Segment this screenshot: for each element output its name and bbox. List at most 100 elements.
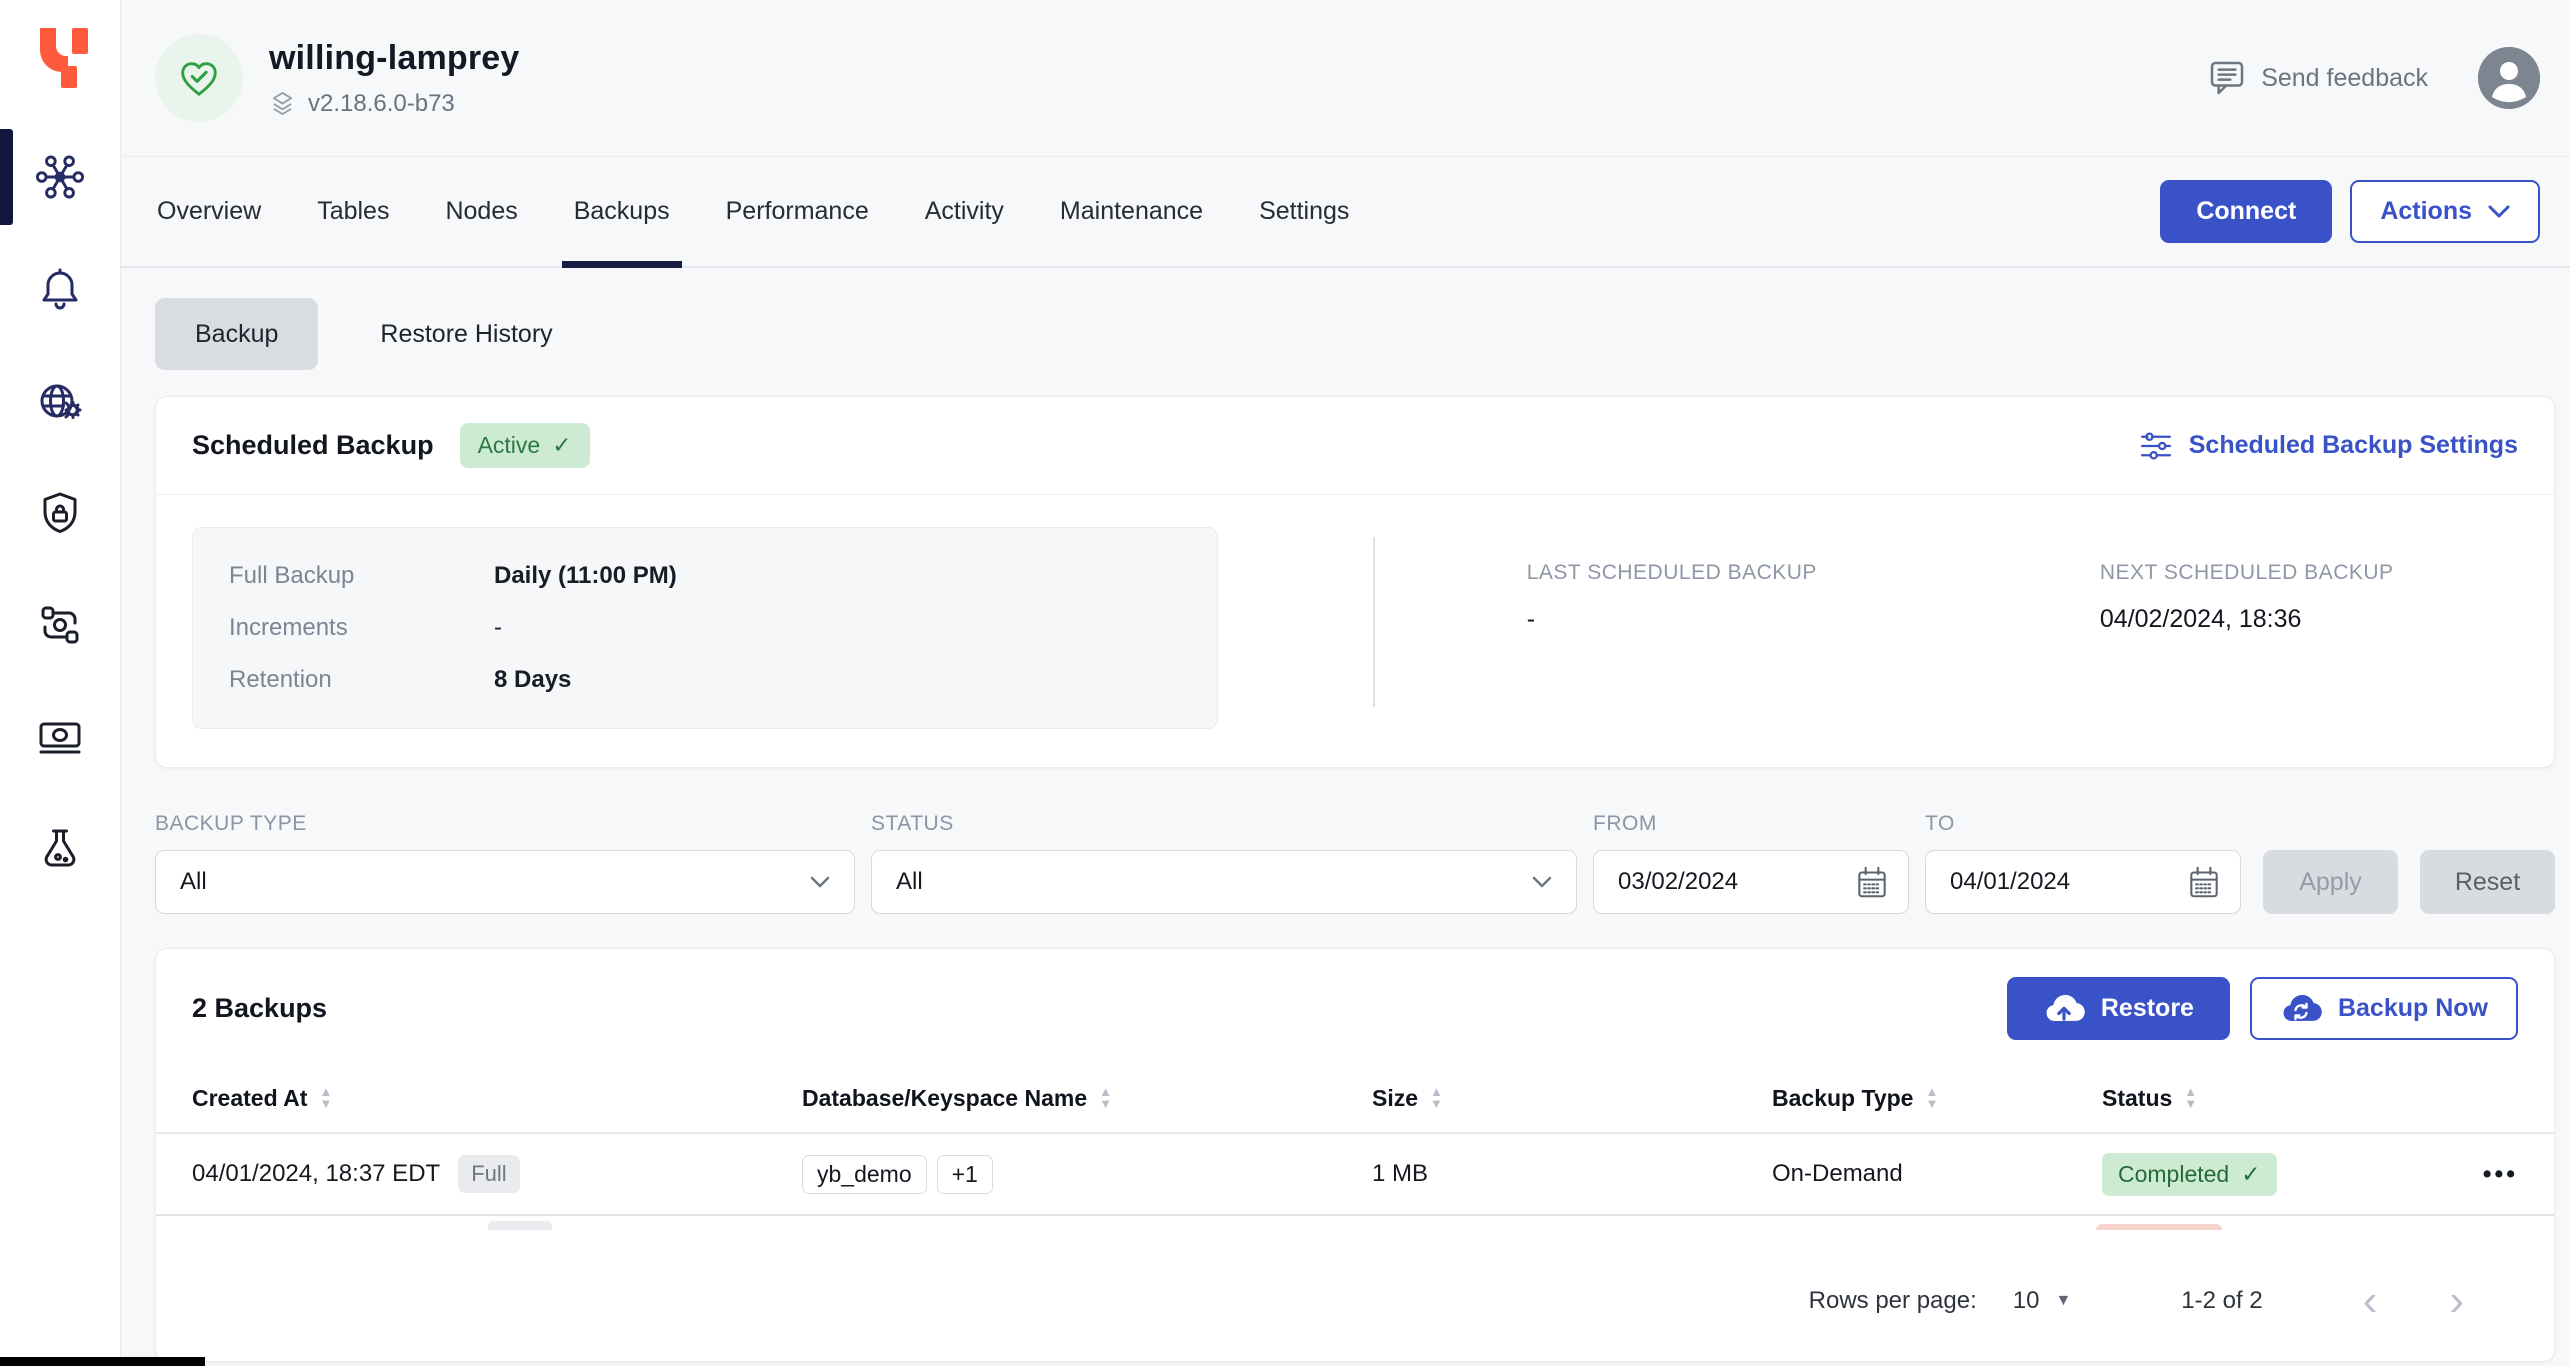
- scheduled-backup-status-badge: Active: [459, 423, 590, 468]
- tab-tables[interactable]: Tables: [317, 157, 389, 266]
- flow-icon: [41, 606, 79, 644]
- table-pagination: Rows per page: 10 1-2 of 2: [156, 1251, 2554, 1361]
- column-created-at[interactable]: Created At: [192, 1085, 802, 1112]
- version-layers-icon: [272, 91, 293, 116]
- keyspace-more-chip[interactable]: +1: [936, 1154, 993, 1194]
- table-row[interactable]: 04/01/2024, 18:37 EDT Full yb_demo +1 1 …: [156, 1134, 2554, 1216]
- row-backup-type: On-Demand: [1772, 1160, 1903, 1187]
- globe-settings-icon: [40, 384, 82, 419]
- row-actions-menu-button[interactable]: [2483, 1160, 2518, 1189]
- retention-label: Retention: [229, 666, 332, 693]
- tab-overview[interactable]: Overview: [157, 157, 261, 266]
- status-select[interactable]: All: [871, 850, 1577, 914]
- increments-value: -: [494, 614, 502, 641]
- partial-badge-fragment: [488, 1221, 552, 1230]
- from-date-input[interactable]: [1593, 850, 1909, 914]
- increments-label: Increments: [229, 614, 348, 641]
- column-keyspace-label: Database/Keyspace Name: [802, 1084, 1088, 1111]
- backups-table-header: Created At Database/Keyspace Name Size B…: [156, 1064, 2554, 1134]
- actions-button-label: Actions: [2380, 197, 2472, 225]
- tab-backups[interactable]: Backups: [561, 157, 682, 268]
- full-backup-value: Daily (11:00 PM): [494, 562, 677, 589]
- rows-per-page-value: 10: [2012, 1287, 2040, 1314]
- tab-maintenance[interactable]: Maintenance: [1060, 157, 1203, 266]
- scheduled-backup-title: Scheduled Backup: [192, 430, 434, 460]
- apply-button[interactable]: Apply: [2263, 850, 2398, 914]
- shield-lock-icon: [43, 492, 77, 533]
- send-feedback-button[interactable]: Send feedback: [2207, 57, 2428, 99]
- cluster-header: willing-lamprey v2.18.6.0-b73 Send feedb…: [121, 0, 2570, 157]
- sidebar-item-network[interactable]: [0, 353, 120, 449]
- column-status[interactable]: Status: [2102, 1085, 2454, 1112]
- sort-icon: [1430, 1086, 1443, 1110]
- sidebar-item-billing[interactable]: [0, 689, 120, 785]
- billing-icon: [39, 722, 81, 754]
- restore-button[interactable]: Restore: [2006, 977, 2230, 1040]
- backup-filters: BACKUP TYPE All STATUS All FROM 03/02/20…: [155, 812, 2555, 914]
- user-avatar[interactable]: [2478, 47, 2540, 109]
- previous-page-button[interactable]: [2363, 1281, 2378, 1321]
- actions-button[interactable]: Actions: [2350, 180, 2540, 243]
- to-date-input[interactable]: [1925, 850, 2241, 914]
- sidebar-nav: [0, 129, 120, 913]
- partial-status-fragment: [2096, 1224, 2222, 1230]
- backups-list-card: 2 Backups Restore Backup Now Created At …: [155, 948, 2555, 1362]
- rows-per-page-label: Rows per page:: [1808, 1287, 1977, 1314]
- chevron-down-icon: [810, 876, 830, 887]
- status-filter-label: STATUS: [871, 812, 954, 835]
- retention-value: 8 Days: [494, 666, 572, 693]
- column-keyspace[interactable]: Database/Keyspace Name: [802, 1085, 1372, 1112]
- check-icon: [2241, 1161, 2260, 1188]
- sidebar-item-integrations[interactable]: [0, 577, 120, 673]
- bottom-edge-artifact: [0, 1357, 205, 1366]
- row-type-badge: Full: [458, 1155, 520, 1193]
- schedule-summary-box: Full Backup Daily (11:00 PM) Increments …: [192, 527, 1218, 729]
- subtab-restore-history[interactable]: Restore History: [340, 298, 592, 370]
- heart-check-icon: [181, 62, 217, 96]
- connect-button[interactable]: Connect: [2160, 180, 2333, 243]
- tab-nodes[interactable]: Nodes: [445, 157, 517, 266]
- reset-button[interactable]: Reset: [2420, 850, 2555, 914]
- backups-page: Backup Restore History Scheduled Backup …: [121, 268, 2570, 1366]
- cloud-sync-icon: [2283, 994, 2322, 1021]
- restore-button-label: Restore: [2100, 994, 2194, 1022]
- table-row-partial: [192, 1216, 2518, 1230]
- tab-performance[interactable]: Performance: [726, 157, 869, 266]
- last-scheduled-backup-value: -: [1526, 605, 1536, 633]
- pagination-range: 1-2 of 2: [2181, 1287, 2263, 1314]
- scheduled-backup-settings-link[interactable]: Scheduled Backup Settings: [2139, 429, 2518, 463]
- column-backup-type-label: Backup Type: [1772, 1084, 1914, 1111]
- clusters-icon: [35, 155, 85, 199]
- status-select-value: All: [896, 868, 923, 895]
- tab-activity[interactable]: Activity: [925, 157, 1004, 266]
- backup-type-select[interactable]: All: [155, 850, 855, 914]
- from-date-label: FROM: [1593, 812, 1657, 835]
- sort-icon: [2184, 1086, 2197, 1110]
- sliders-icon: [2140, 431, 2171, 460]
- sort-icon: [1099, 1086, 1112, 1110]
- yugabyte-logo-icon[interactable]: [0, 0, 120, 95]
- feedback-icon: [2210, 61, 2244, 95]
- sort-icon: [1925, 1086, 1938, 1110]
- subtab-backup[interactable]: Backup: [155, 298, 319, 370]
- tab-settings[interactable]: Settings: [1259, 157, 1349, 266]
- column-size-label: Size: [1372, 1084, 1419, 1111]
- column-status-label: Status: [2102, 1084, 2173, 1111]
- next-scheduled-backup-label: NEXT SCHEDULED BACKUP: [2099, 561, 2394, 584]
- backup-type-filter-label: BACKUP TYPE: [155, 812, 307, 835]
- rows-per-page-select[interactable]: 10: [2013, 1287, 2072, 1315]
- check-icon: [552, 432, 571, 459]
- to-date-label: TO: [1925, 812, 1955, 835]
- sidebar-item-alerts[interactable]: [0, 241, 120, 337]
- backup-now-button[interactable]: Backup Now: [2249, 977, 2518, 1040]
- column-size[interactable]: Size: [1372, 1085, 1772, 1112]
- sidebar-item-clusters[interactable]: [0, 129, 120, 225]
- next-page-button[interactable]: [2449, 1281, 2464, 1321]
- next-scheduled-backup-value: 04/02/2024, 18:36: [2099, 605, 2302, 633]
- backup-now-button-label: Backup Now: [2337, 994, 2488, 1022]
- sidebar-item-labs[interactable]: [0, 801, 120, 897]
- column-backup-type[interactable]: Backup Type: [1772, 1085, 2102, 1112]
- row-status-label: Completed: [2118, 1160, 2230, 1187]
- bell-icon: [42, 268, 78, 310]
- sidebar-item-security[interactable]: [0, 465, 120, 561]
